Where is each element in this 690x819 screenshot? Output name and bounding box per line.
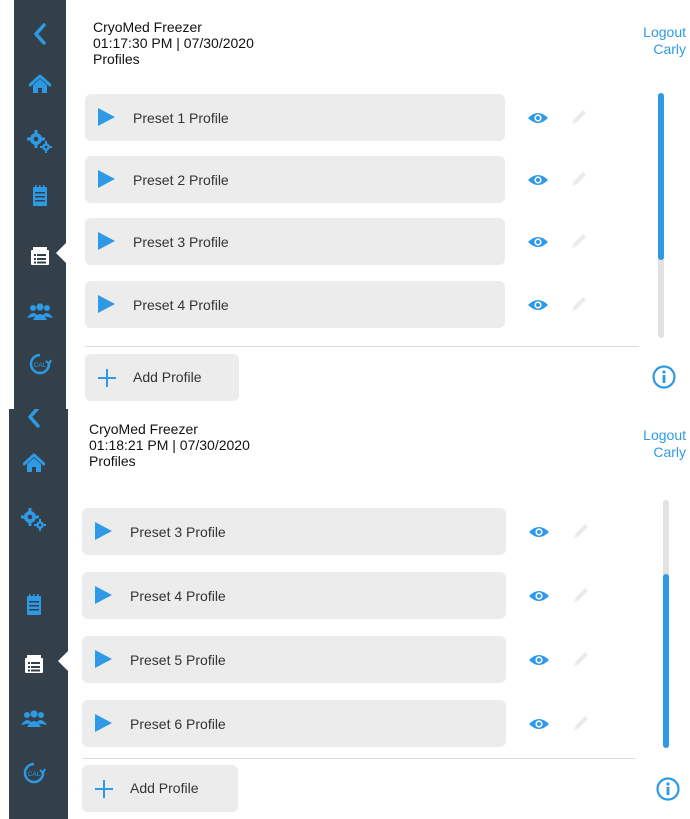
user-name: Carly xyxy=(653,41,686,57)
play-icon[interactable] xyxy=(95,586,112,604)
play-icon[interactable] xyxy=(95,714,112,732)
profiles-screen-2: CAL CryoMed Freezer 01:18:21 PM | 07/30/… xyxy=(0,409,690,819)
eye-icon[interactable] xyxy=(527,235,549,249)
active-indicator xyxy=(56,243,66,263)
gears-icon[interactable] xyxy=(14,501,54,537)
users-icon[interactable] xyxy=(14,701,54,737)
profile-row[interactable]: Preset 3 Profile xyxy=(85,218,505,265)
info-icon[interactable] xyxy=(652,365,676,389)
home-icon[interactable] xyxy=(14,445,54,481)
sidebar: CAL xyxy=(9,409,68,819)
profile-label: Preset 2 Profile xyxy=(133,172,229,188)
user-name: Carly xyxy=(653,444,686,460)
profile-row[interactable]: Preset 2 Profile xyxy=(85,156,505,203)
svg-text:CAL: CAL xyxy=(34,362,47,369)
play-icon[interactable] xyxy=(98,232,115,250)
scrollbar[interactable] xyxy=(663,500,669,748)
logout-link[interactable]: Logout Carly xyxy=(643,24,686,58)
datetime: 01:18:21 PM | 07/30/2020 xyxy=(89,437,250,453)
active-indicator xyxy=(58,651,68,671)
profile-label: Preset 1 Profile xyxy=(133,110,229,126)
page-title: Profiles xyxy=(89,453,136,469)
header: CryoMed Freezer 01:18:21 PM | 07/30/2020… xyxy=(89,421,250,469)
profile-row[interactable]: Preset 5 Profile xyxy=(82,636,506,683)
eye-icon[interactable] xyxy=(528,717,550,731)
logout-label: Logout xyxy=(643,427,686,443)
scrollbar-thumb[interactable] xyxy=(658,93,664,260)
profile-label: Preset 4 Profile xyxy=(130,588,226,604)
pencil-icon[interactable] xyxy=(572,650,590,668)
profile-row[interactable]: Preset 4 Profile xyxy=(85,281,505,328)
pencil-icon[interactable] xyxy=(570,295,588,313)
profile-row[interactable]: Preset 3 Profile xyxy=(82,508,506,555)
add-profile-label: Add Profile xyxy=(130,780,199,796)
scrollbar[interactable] xyxy=(658,93,664,338)
profiles-icon[interactable] xyxy=(20,238,60,274)
logout-label: Logout xyxy=(643,24,686,40)
home-icon[interactable] xyxy=(20,66,60,102)
datetime: 01:17:30 PM | 07/30/2020 xyxy=(93,35,254,51)
pencil-icon[interactable] xyxy=(572,522,590,540)
pencil-icon[interactable] xyxy=(572,714,590,732)
divider xyxy=(82,758,636,759)
users-icon[interactable] xyxy=(20,294,60,330)
calibration-icon[interactable]: CAL xyxy=(20,346,60,382)
play-icon[interactable] xyxy=(95,650,112,668)
eye-icon[interactable] xyxy=(527,111,549,125)
divider xyxy=(85,346,639,347)
add-profile-label: Add Profile xyxy=(133,369,202,385)
add-profile-button[interactable]: Add Profile xyxy=(85,354,239,401)
profile-row[interactable]: Preset 1 Profile xyxy=(85,94,505,141)
add-profile-button[interactable]: Add Profile xyxy=(82,765,238,812)
device-name: CryoMed Freezer xyxy=(93,19,202,35)
profile-label: Preset 3 Profile xyxy=(130,524,226,540)
gears-icon[interactable] xyxy=(20,123,60,159)
info-icon[interactable] xyxy=(656,777,680,801)
eye-icon[interactable] xyxy=(528,525,550,539)
profile-label: Preset 4 Profile xyxy=(133,297,229,313)
pencil-icon[interactable] xyxy=(570,232,588,250)
profile-label: Preset 3 Profile xyxy=(133,234,229,250)
header: CryoMed Freezer 01:17:30 PM | 07/30/2020… xyxy=(93,19,254,67)
profiles-screen-1: CAL CryoMed Freezer 01:17:30 PM | 07/30/… xyxy=(0,0,690,409)
play-icon[interactable] xyxy=(95,522,112,540)
device-name: CryoMed Freezer xyxy=(89,421,198,437)
back-chevron-icon[interactable] xyxy=(20,16,60,52)
svg-text:CAL: CAL xyxy=(28,771,41,778)
plus-icon xyxy=(98,369,116,387)
page-title: Profiles xyxy=(93,51,140,67)
plus-icon xyxy=(95,780,113,798)
pencil-icon[interactable] xyxy=(572,586,590,604)
eye-icon[interactable] xyxy=(528,653,550,667)
notepad-icon[interactable] xyxy=(20,178,60,214)
eye-icon[interactable] xyxy=(527,173,549,187)
profile-label: Preset 6 Profile xyxy=(130,716,226,732)
eye-icon[interactable] xyxy=(528,589,550,603)
notepad-icon[interactable] xyxy=(14,587,54,623)
play-icon[interactable] xyxy=(98,108,115,126)
pencil-icon[interactable] xyxy=(570,108,588,126)
profile-row[interactable]: Preset 4 Profile xyxy=(82,572,506,619)
profiles-icon[interactable] xyxy=(14,646,54,682)
logout-link[interactable]: Logout Carly xyxy=(643,427,686,461)
back-chevron-icon[interactable] xyxy=(14,409,54,435)
eye-icon[interactable] xyxy=(527,298,549,312)
sidebar: CAL xyxy=(14,0,66,409)
play-icon[interactable] xyxy=(98,295,115,313)
play-icon[interactable] xyxy=(98,170,115,188)
profile-row[interactable]: Preset 6 Profile xyxy=(82,700,506,747)
pencil-icon[interactable] xyxy=(570,170,588,188)
calibration-icon[interactable]: CAL xyxy=(14,755,54,791)
scrollbar-thumb[interactable] xyxy=(663,574,669,748)
profile-label: Preset 5 Profile xyxy=(130,652,226,668)
